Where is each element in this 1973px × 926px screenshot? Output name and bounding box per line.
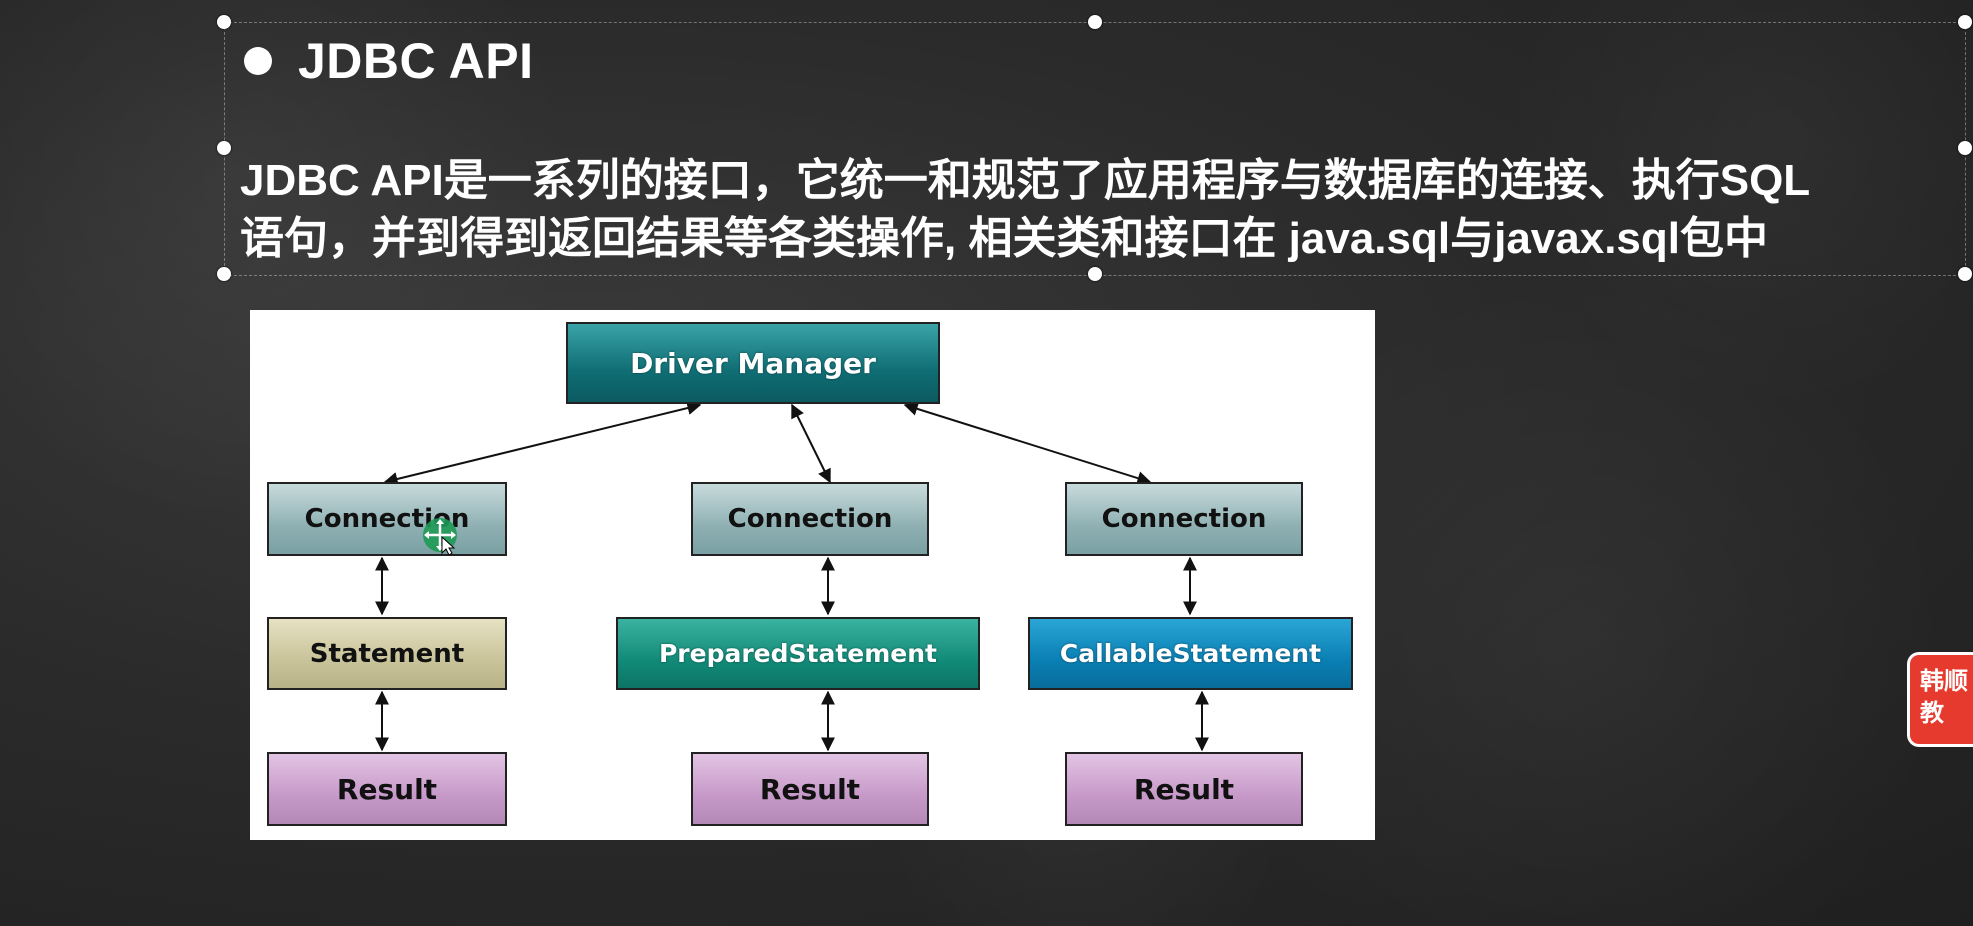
resize-handle-tm[interactable] <box>1088 15 1102 29</box>
driver-manager-node: Driver Manager <box>566 322 940 404</box>
edge-dm-conn2 <box>791 403 831 484</box>
resize-handle-bm[interactable] <box>1088 267 1102 281</box>
slide-heading: JDBC API <box>244 32 534 90</box>
side-watermark-tab[interactable]: 韩顺 教 <box>1907 652 1973 747</box>
bullet-icon <box>244 47 272 75</box>
result-node-3: Result <box>1065 752 1303 826</box>
jdbc-architecture-diagram[interactable]: Driver Manager Connection Connection Con… <box>250 310 1375 840</box>
side-tab-line-1: 韩顺 <box>1920 667 1968 695</box>
resize-handle-tl[interactable] <box>217 15 231 29</box>
edge-dm-conn3 <box>903 402 1152 485</box>
slide-description[interactable]: JDBC API是一系列的接口，它统一和规范了应用程序与数据库的连接、执行SQL… <box>240 152 1940 268</box>
resize-handle-br[interactable] <box>1958 267 1972 281</box>
resize-handle-ml[interactable] <box>217 141 231 155</box>
side-tab-line-2: 教 <box>1920 699 1944 727</box>
connection-node-2: Connection <box>691 482 929 556</box>
prepared-statement-node: PreparedStatement <box>616 617 980 690</box>
description-line-2: 语句，并到得到返回结果等各类操作, 相关类和接口在 java.sql与javax… <box>240 214 1769 263</box>
connection-node-1: Connection <box>267 482 507 556</box>
resize-handle-mr[interactable] <box>1958 141 1972 155</box>
result-node-2: Result <box>691 752 929 826</box>
resize-handle-bl[interactable] <box>217 267 231 281</box>
resize-handle-tr[interactable] <box>1958 15 1972 29</box>
connection-node-3: Connection <box>1065 482 1303 556</box>
callable-statement-node: CallableStatement <box>1028 617 1353 690</box>
description-line-1: JDBC API是一系列的接口，它统一和规范了应用程序与数据库的连接、执行SQL <box>240 156 1811 205</box>
move-cursor-icon <box>423 518 457 555</box>
edge-dm-conn1 <box>383 401 702 486</box>
statement-node: Statement <box>267 617 507 690</box>
heading-text: JDBC API <box>298 33 534 89</box>
result-node-1: Result <box>267 752 507 826</box>
